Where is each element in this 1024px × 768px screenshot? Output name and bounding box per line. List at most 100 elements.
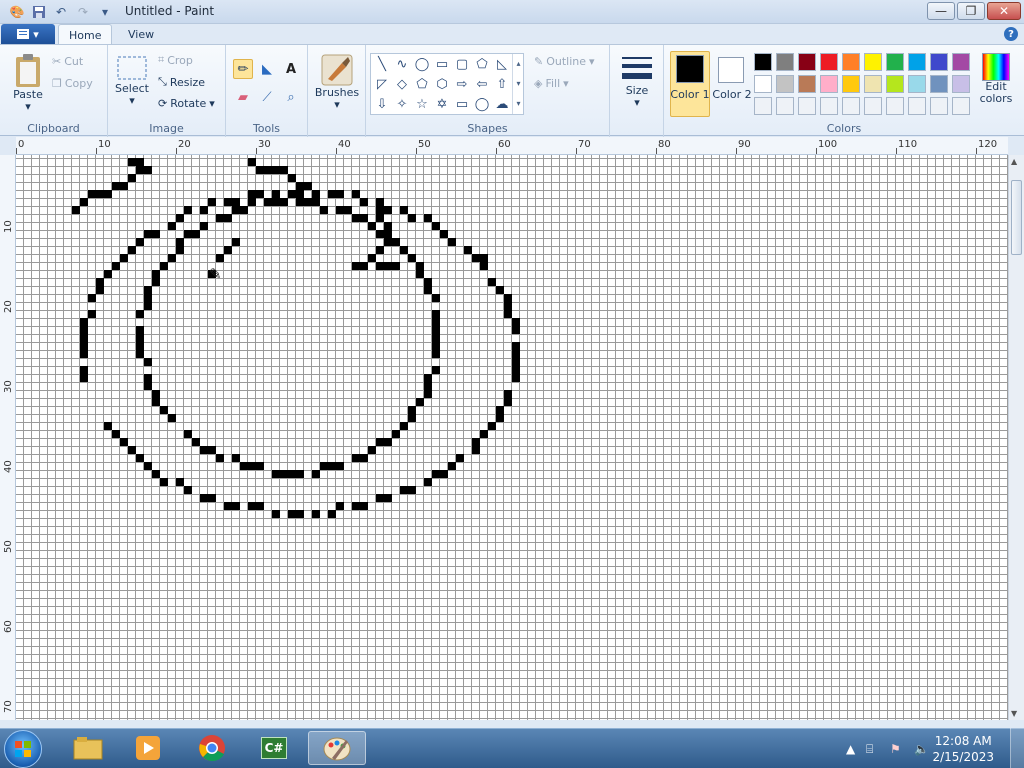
right-arrow-shape-icon[interactable]: ⇨	[452, 75, 472, 93]
maximize-button[interactable]: ❐	[957, 2, 985, 20]
hexagon-shape-icon[interactable]: ⬡	[432, 75, 452, 93]
palette-swatch[interactable]	[864, 53, 882, 71]
four-point-star-shape-icon[interactable]: ✧	[392, 95, 412, 113]
shapes-scroll[interactable]: ▴ ▾ ▾	[512, 54, 524, 114]
customize-icon[interactable]: ▾	[96, 3, 114, 21]
palette-swatch[interactable]	[930, 53, 948, 71]
rounded-rectangle-shape-icon[interactable]: ▢	[452, 55, 472, 73]
custom-color-slot[interactable]	[842, 97, 860, 115]
media-player-icon[interactable]	[128, 731, 168, 765]
rotate-button[interactable]: ⟳ Rotate ▾	[158, 97, 215, 110]
five-point-star-shape-icon[interactable]: ☆	[412, 95, 432, 113]
curve-shape-icon[interactable]: ∿	[392, 55, 412, 73]
file-menu-button[interactable]: ▾	[1, 24, 55, 44]
network-icon[interactable]: ⌸	[866, 742, 873, 757]
select-button[interactable]: Select ▾	[114, 55, 150, 107]
palette-swatch[interactable]	[820, 53, 838, 71]
show-desktop-button[interactable]	[1010, 728, 1024, 768]
cut-button[interactable]: ✂ Cut	[52, 55, 83, 68]
pentagon-shape-icon[interactable]: ⬠	[412, 75, 432, 93]
line-shape-icon[interactable]: ╲	[372, 55, 392, 73]
close-button[interactable]: ✕	[987, 2, 1021, 20]
custom-color-slot[interactable]	[776, 97, 794, 115]
diamond-shape-icon[interactable]: ◇	[392, 75, 412, 93]
custom-color-slot[interactable]	[754, 97, 772, 115]
palette-swatch[interactable]	[820, 75, 838, 93]
palette-swatch[interactable]	[886, 75, 904, 93]
undo-icon[interactable]: ↶	[52, 3, 70, 21]
magnifier-icon[interactable]: ⌕	[281, 87, 301, 107]
palette-swatch[interactable]	[864, 75, 882, 93]
custom-color-slot[interactable]	[820, 97, 838, 115]
save-icon[interactable]	[30, 3, 48, 21]
action-center-icon[interactable]: ⚑	[890, 742, 901, 756]
rectangle-shape-icon[interactable]: ▭	[432, 55, 452, 73]
triangle-shape-icon[interactable]: ◺	[492, 55, 512, 73]
palette-swatch[interactable]	[952, 53, 970, 71]
cloud-callout-shape-icon[interactable]: ☁	[492, 95, 512, 113]
vertical-scrollbar[interactable]: ▲ ▼	[1008, 155, 1024, 720]
oval-callout-shape-icon[interactable]: ◯	[472, 95, 492, 113]
chrome-icon[interactable]	[192, 731, 232, 765]
color-picker-icon[interactable]: ⟋	[257, 87, 277, 107]
oval-shape-icon[interactable]: ◯	[412, 55, 432, 73]
palette-swatch[interactable]	[754, 53, 772, 71]
fill-button[interactable]: ◈ Fill ▾	[534, 77, 569, 90]
custom-color-slot[interactable]	[886, 97, 904, 115]
up-arrow-shape-icon[interactable]: ⇧	[492, 75, 512, 93]
polygon-shape-icon[interactable]: ⬠	[472, 55, 492, 73]
volume-icon[interactable]: 🔈	[914, 742, 929, 756]
drawing-canvas[interactable]: ✎	[16, 155, 1008, 720]
palette-swatch[interactable]	[776, 75, 794, 93]
minimize-button[interactable]: —	[927, 2, 955, 20]
tab-home[interactable]: Home	[58, 24, 113, 45]
rect-callout-shape-icon[interactable]: ▭	[452, 95, 472, 113]
scroll-up-icon[interactable]: ▲	[1011, 157, 1017, 166]
brushes-button[interactable]: Brushes ▾	[314, 53, 360, 111]
palette-swatch[interactable]	[908, 75, 926, 93]
palette-swatch[interactable]	[798, 75, 816, 93]
redo-icon[interactable]: ↷	[74, 3, 92, 21]
paint-icon[interactable]	[308, 731, 366, 765]
copy-button[interactable]: ❐ Copy	[52, 77, 93, 90]
palette-swatch[interactable]	[776, 53, 794, 71]
edit-colors-button[interactable]: Edit colors	[976, 53, 1016, 105]
size-button[interactable]: Size ▾	[616, 53, 658, 109]
system-clock[interactable]: 12:08 AM 2/15/2023	[932, 733, 994, 765]
left-arrow-shape-icon[interactable]: ⇦	[472, 75, 492, 93]
custom-color-slot[interactable]	[952, 97, 970, 115]
csharp-icon[interactable]: C#	[254, 731, 294, 765]
palette-swatch[interactable]	[930, 75, 948, 93]
scroll-down-icon[interactable]: ▼	[1011, 709, 1017, 718]
custom-color-slot[interactable]	[908, 97, 926, 115]
custom-color-slot[interactable]	[930, 97, 948, 115]
explorer-icon[interactable]	[68, 731, 108, 765]
paste-button[interactable]: Paste ▾	[8, 53, 48, 113]
paint-app-icon[interactable]: 🎨	[8, 3, 26, 21]
scroll-thumb[interactable]	[1011, 180, 1022, 255]
palette-swatch[interactable]	[886, 53, 904, 71]
start-button[interactable]	[4, 730, 42, 768]
custom-color-slot[interactable]	[864, 97, 882, 115]
resize-button[interactable]: ⤡ Resize	[158, 75, 205, 89]
text-tool-icon[interactable]: A	[281, 59, 301, 79]
down-arrow-shape-icon[interactable]: ⇩	[372, 95, 392, 113]
tab-view[interactable]: View	[118, 24, 164, 45]
pencil-icon[interactable]: ✏	[233, 59, 253, 79]
palette-swatch[interactable]	[842, 53, 860, 71]
six-point-star-shape-icon[interactable]: ✡	[432, 95, 452, 113]
custom-color-slot[interactable]	[798, 97, 816, 115]
tray-expand-icon[interactable]: ▲	[846, 742, 855, 756]
palette-swatch[interactable]	[842, 75, 860, 93]
outline-button[interactable]: ✎ Outline ▾	[534, 55, 595, 68]
color2-swatch[interactable]	[718, 57, 744, 83]
palette-swatch[interactable]	[754, 75, 772, 93]
help-icon[interactable]: ?	[1004, 27, 1018, 41]
right-triangle-shape-icon[interactable]: ◸	[372, 75, 392, 93]
palette-swatch[interactable]	[952, 75, 970, 93]
crop-button[interactable]: ⌗ Crop	[158, 53, 193, 67]
fill-bucket-icon[interactable]: ◣	[257, 59, 277, 79]
palette-swatch[interactable]	[908, 53, 926, 71]
palette-swatch[interactable]	[798, 53, 816, 71]
eraser-icon[interactable]: ▰	[233, 87, 253, 107]
